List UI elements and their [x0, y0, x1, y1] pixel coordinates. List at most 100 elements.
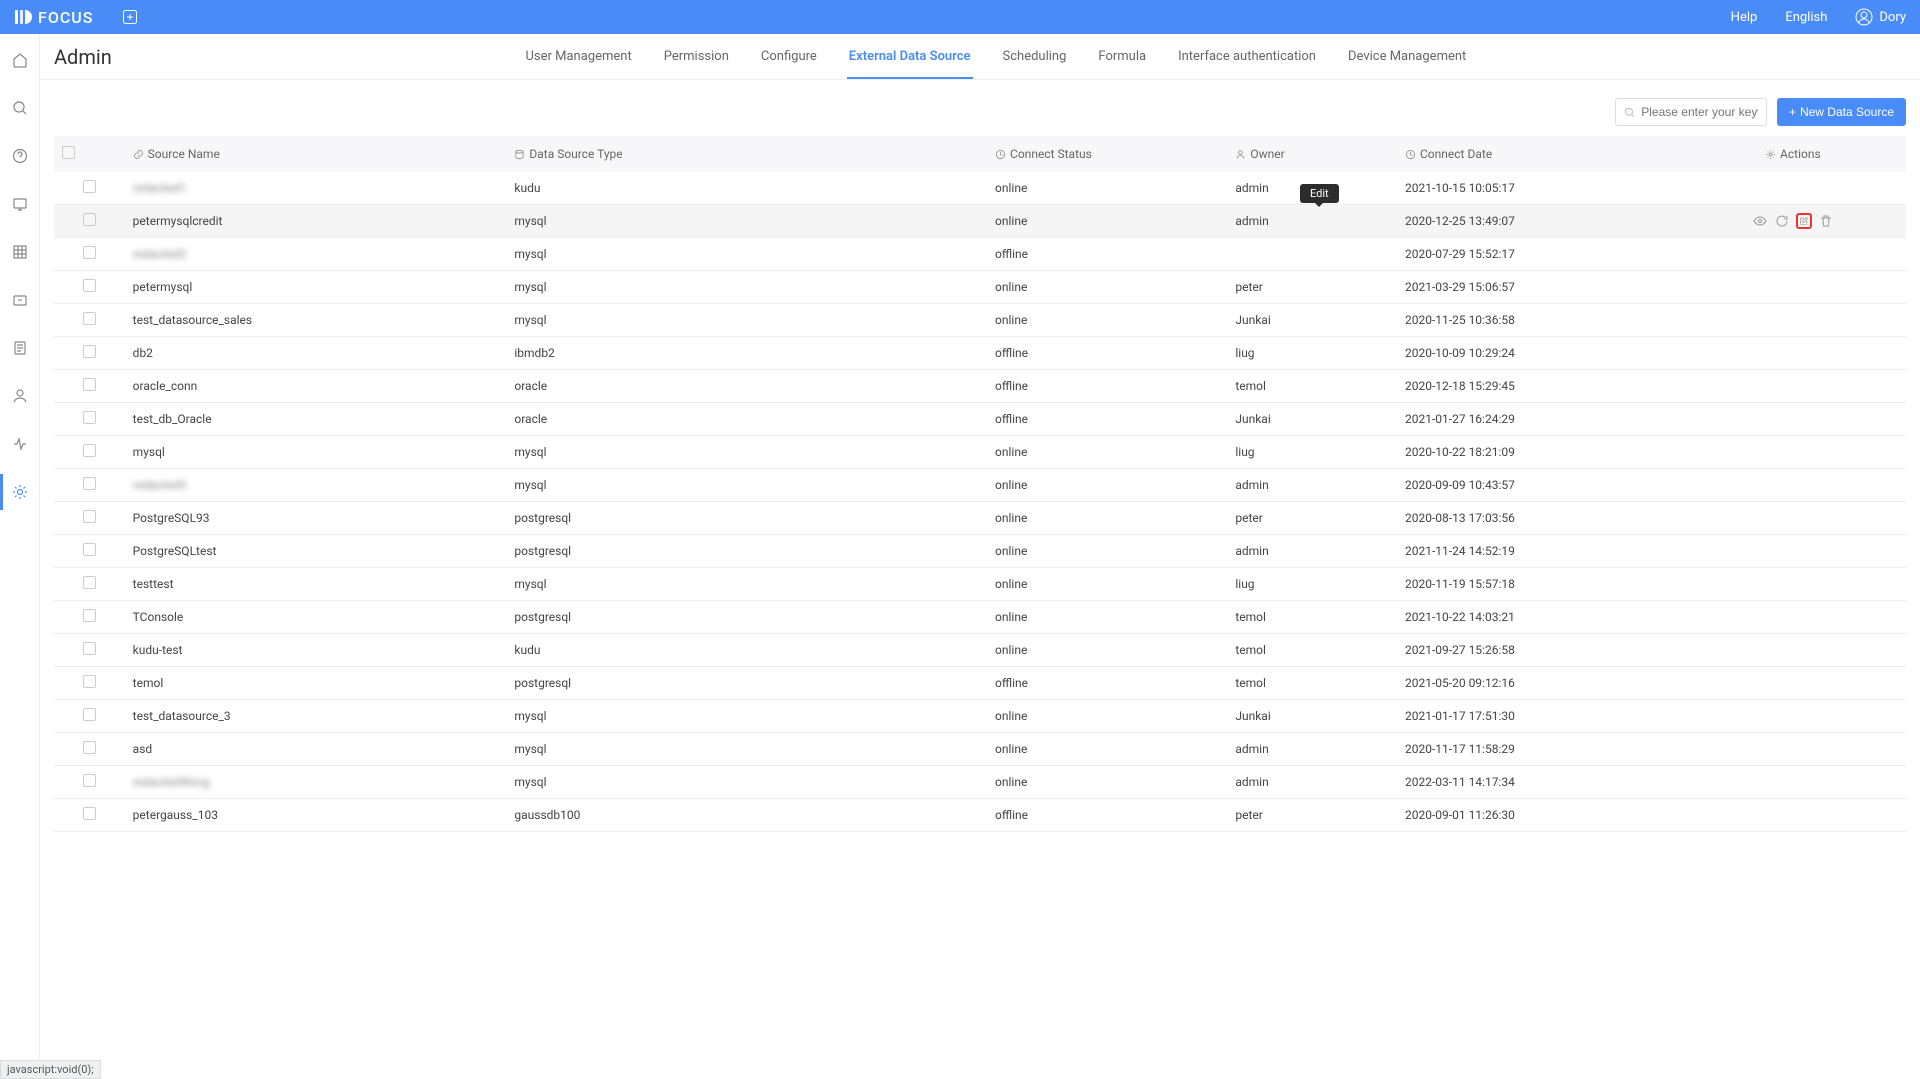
col-name-label: Source Name	[148, 147, 220, 161]
brand-name: FOCUS	[38, 8, 93, 27]
sidebar-search[interactable]	[0, 96, 40, 120]
table-row[interactable]: PostgreSQLtestpostgresqlonlineadmin2021-…	[54, 535, 1906, 568]
sub-header: Admin User ManagementPermissionConfigure…	[40, 34, 1920, 80]
owner: peter	[1227, 799, 1397, 832]
row-checkbox[interactable]	[83, 378, 96, 391]
table-row[interactable]: asdmysqlonlineadmin2020-11-17 11:58:29	[54, 733, 1906, 766]
sidebar-activity[interactable]	[0, 432, 40, 456]
owner: peter	[1227, 502, 1397, 535]
sidebar-user[interactable]	[0, 384, 40, 408]
user-name: Dory	[1879, 10, 1906, 25]
tab-device-management[interactable]: Device Management	[1346, 34, 1468, 79]
connect-status: online	[987, 304, 1227, 337]
tab-external-data-source[interactable]: External Data Source	[847, 34, 973, 79]
table-row[interactable]: petermysqlcreditmysqlonlineadmin2020-12-…	[54, 205, 1906, 238]
table-row[interactable]: TConsolepostgresqlonlinetemol2021-10-22 …	[54, 601, 1906, 634]
row-checkbox[interactable]	[83, 444, 96, 457]
sidebar-settings[interactable]	[0, 480, 40, 504]
table-row[interactable]: testtestmysqlonlineliug2020-11-19 15:57:…	[54, 568, 1906, 601]
data-source-type: postgresql	[506, 502, 987, 535]
sidebar-folder[interactable]	[0, 288, 40, 312]
data-source-type: mysql	[506, 733, 987, 766]
connect-date: 2020-08-13 17:03:56	[1397, 502, 1680, 535]
search-input[interactable]	[1641, 105, 1758, 119]
edit-icon[interactable]	[1796, 213, 1812, 229]
table-row[interactable]: test_db_OracleoracleofflineJunkai2021-01…	[54, 403, 1906, 436]
data-source-type: kudu	[506, 634, 987, 667]
row-checkbox[interactable]	[83, 741, 96, 754]
select-all-checkbox[interactable]	[62, 146, 75, 159]
sidebar-clipboard[interactable]	[0, 336, 40, 360]
data-source-type: postgresql	[506, 601, 987, 634]
row-checkbox[interactable]	[83, 543, 96, 556]
table-row[interactable]: PostgreSQL93postgresqlonlinepeter2020-08…	[54, 502, 1906, 535]
table-row[interactable]: petergauss_103gaussdb100offlinepeter2020…	[54, 799, 1906, 832]
connect-date: 2021-09-27 15:26:58	[1397, 634, 1680, 667]
data-source-table: Source Name Data Source Type Connect Sta…	[54, 136, 1906, 832]
row-checkbox[interactable]	[83, 345, 96, 358]
owner: admin	[1227, 766, 1397, 799]
table-row[interactable]: redacted4longmysqlonlineadmin2022-03-11 …	[54, 766, 1906, 799]
add-tab-button[interactable]	[123, 10, 137, 24]
language-selector[interactable]: English	[1785, 10, 1827, 25]
sidebar-dashboard[interactable]	[0, 192, 40, 216]
source-name: TConsole	[133, 610, 184, 624]
col-status-label: Connect Status	[1010, 147, 1092, 161]
tab-interface-authentication[interactable]: Interface authentication	[1176, 34, 1318, 79]
connect-status: online	[987, 205, 1227, 238]
user-menu[interactable]: Dory	[1855, 8, 1906, 26]
tab-formula[interactable]: Formula	[1096, 34, 1148, 79]
row-checkbox[interactable]	[83, 774, 96, 787]
sidebar-home[interactable]	[0, 48, 40, 72]
data-source-type: mysql	[506, 205, 987, 238]
refresh-icon[interactable]	[1774, 213, 1790, 229]
data-source-type: gaussdb100	[506, 799, 987, 832]
new-data-source-button[interactable]: + New Data Source	[1777, 98, 1906, 126]
row-checkbox[interactable]	[83, 510, 96, 523]
logo[interactable]: FOCUS	[14, 8, 93, 27]
row-checkbox[interactable]	[83, 312, 96, 325]
row-checkbox[interactable]	[83, 213, 96, 226]
source-name: redacted2	[133, 247, 187, 261]
owner: temol	[1227, 634, 1397, 667]
help-link[interactable]: Help	[1731, 10, 1758, 25]
data-source-type: mysql	[506, 700, 987, 733]
tab-scheduling[interactable]: Scheduling	[1001, 34, 1069, 79]
row-checkbox[interactable]	[83, 609, 96, 622]
row-checkbox[interactable]	[83, 807, 96, 820]
row-checkbox[interactable]	[83, 279, 96, 292]
table-row[interactable]: redacted1kuduonlineadmin2021-10-15 10:05…	[54, 172, 1906, 205]
owner: admin	[1227, 205, 1397, 238]
delete-icon[interactable]	[1818, 213, 1834, 229]
table-row[interactable]: temolpostgresqlofflinetemol2021-05-20 09…	[54, 667, 1906, 700]
row-checkbox[interactable]	[83, 246, 96, 259]
tab-user-management[interactable]: User Management	[523, 34, 633, 79]
owner: admin	[1227, 535, 1397, 568]
table-row[interactable]: test_datasource_3mysqlonlineJunkai2021-0…	[54, 700, 1906, 733]
table-row[interactable]: oracle_connoracleofflinetemol2020-12-18 …	[54, 370, 1906, 403]
search-box[interactable]	[1615, 98, 1767, 126]
plus-icon: +	[1789, 105, 1796, 119]
top-bar: FOCUS Help English Dory	[0, 0, 1920, 34]
table-row[interactable]: mysqlmysqlonlineliug2020-10-22 18:21:09	[54, 436, 1906, 469]
row-checkbox[interactable]	[83, 708, 96, 721]
sidebar-table[interactable]	[0, 240, 40, 264]
table-row[interactable]: redacted3mysqlonlineadmin2020-09-09 10:4…	[54, 469, 1906, 502]
table-row[interactable]: db2ibmdb2offlineliug2020-10-09 10:29:24	[54, 337, 1906, 370]
table-row[interactable]: kudu-testkuduonlinetemol2021-09-27 15:26…	[54, 634, 1906, 667]
view-icon[interactable]	[1752, 213, 1768, 229]
connect-status: online	[987, 634, 1227, 667]
tab-configure[interactable]: Configure	[759, 34, 819, 79]
row-checkbox[interactable]	[83, 576, 96, 589]
row-checkbox[interactable]	[83, 642, 96, 655]
table-row[interactable]: redacted2mysqloffline2020-07-29 15:52:17	[54, 238, 1906, 271]
table-row[interactable]: test_datasource_salesmysqlonlineJunkai20…	[54, 304, 1906, 337]
row-checkbox[interactable]	[83, 411, 96, 424]
table-row[interactable]: petermysqlmysqlonlinepeter2021-03-29 15:…	[54, 271, 1906, 304]
logo-icon	[14, 8, 32, 26]
sidebar-help[interactable]	[0, 144, 40, 168]
row-checkbox[interactable]	[83, 180, 96, 193]
row-checkbox[interactable]	[83, 477, 96, 490]
tab-permission[interactable]: Permission	[662, 34, 731, 79]
row-checkbox[interactable]	[83, 675, 96, 688]
